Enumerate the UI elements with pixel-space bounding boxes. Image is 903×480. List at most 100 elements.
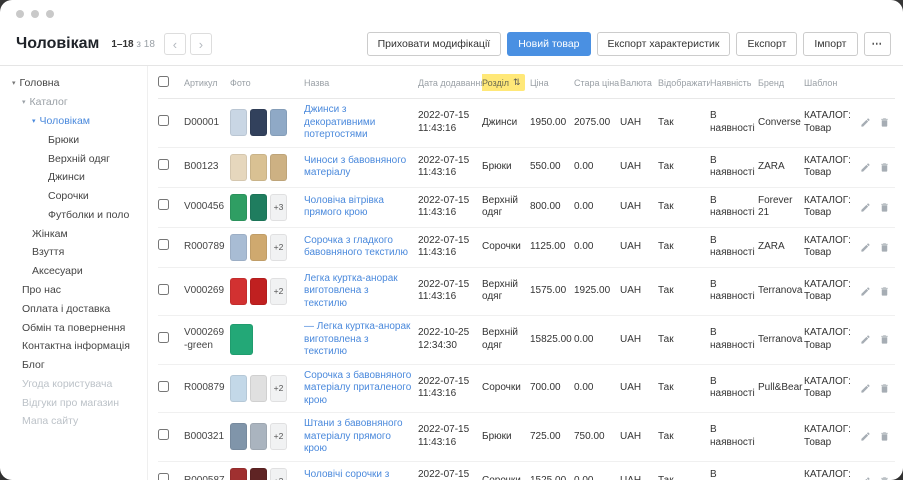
product-photo[interactable] xyxy=(230,278,247,305)
next-page-button[interactable]: › xyxy=(190,33,212,55)
row-checkbox[interactable] xyxy=(158,239,169,250)
sidebar-item[interactable]: Блог xyxy=(2,356,145,375)
export-characteristics-button[interactable]: Експорт характеристик xyxy=(597,32,731,56)
row-checkbox[interactable] xyxy=(158,115,169,126)
product-name-link[interactable]: Чиноси з бавовняного матеріалу xyxy=(304,155,406,179)
product-name-link[interactable]: Легка куртка-анорак виготовлена з тексти… xyxy=(304,273,398,309)
product-photo[interactable] xyxy=(270,109,287,136)
delete-icon[interactable] xyxy=(879,162,890,173)
sidebar-item[interactable]: Контактна інформація xyxy=(2,337,145,356)
product-photo[interactable] xyxy=(230,234,247,261)
product-name-link[interactable]: Чоловіча вітрівка прямого крою xyxy=(304,195,384,219)
product-name-link[interactable]: Штани з бавовняного матеріалу прямого кр… xyxy=(304,418,403,454)
delete-icon[interactable] xyxy=(879,476,890,480)
sidebar-item[interactable]: Брюки xyxy=(2,130,145,149)
window-control-dot[interactable] xyxy=(16,10,24,18)
sidebar-item[interactable]: ▾Головна xyxy=(2,74,145,93)
sidebar-item[interactable]: ▾Каталог xyxy=(2,93,145,112)
product-photo[interactable] xyxy=(230,154,247,181)
product-photo[interactable] xyxy=(250,423,267,450)
sidebar-item[interactable]: Оплата і доставка xyxy=(2,299,145,318)
product-photo[interactable] xyxy=(250,154,267,181)
sidebar-item[interactable]: Обмін та повернення xyxy=(2,318,145,337)
column-sku[interactable]: Артикул xyxy=(184,78,230,88)
product-photo[interactable] xyxy=(230,324,253,355)
edit-icon[interactable] xyxy=(860,383,871,394)
more-photos-badge[interactable]: +2 xyxy=(270,278,287,305)
more-photos-badge[interactable]: +2 xyxy=(270,468,287,480)
product-photo[interactable] xyxy=(250,278,267,305)
edit-icon[interactable] xyxy=(860,242,871,253)
product-name-link[interactable]: Сорочка з гладкого бавовняного текстилю xyxy=(304,235,408,259)
delete-icon[interactable] xyxy=(879,431,890,442)
delete-icon[interactable] xyxy=(879,202,890,213)
sidebar-item[interactable]: Джинси xyxy=(2,168,145,187)
delete-icon[interactable] xyxy=(879,286,890,297)
row-checkbox[interactable] xyxy=(158,429,169,440)
sidebar-item[interactable]: Угода користувача xyxy=(2,375,145,394)
row-checkbox[interactable] xyxy=(158,159,169,170)
sidebar-item[interactable]: Футболки и поло xyxy=(2,205,145,224)
prev-page-button[interactable]: ‹ xyxy=(164,33,186,55)
product-photo[interactable] xyxy=(250,375,267,402)
sidebar-item[interactable]: Взуття xyxy=(2,243,145,262)
product-name-link[interactable]: Джинси з декоративними потертостями xyxy=(304,104,375,140)
product-photo[interactable] xyxy=(250,468,267,480)
column-name[interactable]: Назва xyxy=(304,78,418,88)
more-photos-badge[interactable]: +2 xyxy=(270,234,287,261)
export-button[interactable]: Експорт xyxy=(736,32,797,56)
edit-icon[interactable] xyxy=(860,162,871,173)
row-checkbox[interactable] xyxy=(158,332,169,343)
column-template[interactable]: Шаблон xyxy=(804,78,860,88)
product-photo[interactable] xyxy=(230,423,247,450)
delete-icon[interactable] xyxy=(879,334,890,345)
delete-icon[interactable] xyxy=(879,383,890,394)
row-checkbox[interactable] xyxy=(158,473,169,480)
column-date-added[interactable]: Дата додавання xyxy=(418,78,482,88)
row-checkbox[interactable] xyxy=(158,199,169,210)
more-photos-badge[interactable]: +2 xyxy=(270,375,287,402)
import-button[interactable]: Імпорт xyxy=(803,32,857,56)
product-photo[interactable] xyxy=(230,194,247,221)
edit-icon[interactable] xyxy=(860,431,871,442)
sidebar-item[interactable]: Жінкам xyxy=(2,224,145,243)
delete-icon[interactable] xyxy=(879,117,890,128)
select-all-checkbox[interactable] xyxy=(158,76,169,87)
product-photo[interactable] xyxy=(250,109,267,136)
delete-icon[interactable] xyxy=(879,242,890,253)
column-section[interactable]: Розділ ⇅ xyxy=(482,74,530,91)
window-control-dot[interactable] xyxy=(46,10,54,18)
product-photo[interactable] xyxy=(230,109,247,136)
more-photos-badge[interactable]: +3 xyxy=(270,194,287,221)
edit-icon[interactable] xyxy=(860,334,871,345)
new-product-button[interactable]: Новий товар xyxy=(507,32,590,56)
column-price[interactable]: Ціна xyxy=(530,78,574,88)
window-control-dot[interactable] xyxy=(31,10,39,18)
product-name-link[interactable]: Сорочка з бавовняного матеріалу притален… xyxy=(304,370,411,406)
edit-icon[interactable] xyxy=(860,117,871,128)
sidebar-item[interactable]: Про нас xyxy=(2,281,145,300)
column-currency[interactable]: Валюта xyxy=(620,78,658,88)
sort-icon[interactable]: ⇅ xyxy=(513,77,521,88)
product-photo[interactable] xyxy=(230,468,247,480)
product-photo[interactable] xyxy=(230,375,247,402)
column-brand[interactable]: Бренд xyxy=(758,78,804,88)
product-photo[interactable] xyxy=(270,154,287,181)
more-photos-badge[interactable]: +2 xyxy=(270,423,287,450)
sidebar-item[interactable]: Аксесуари xyxy=(2,262,145,281)
sidebar-item[interactable]: Верхній одяг xyxy=(2,149,145,168)
column-old-price[interactable]: Стара ціна xyxy=(574,78,620,88)
sidebar-item[interactable]: Мапа сайту xyxy=(2,412,145,431)
product-name-link[interactable]: Чоловічі сорочки з легкого текстилю xyxy=(304,469,389,480)
row-checkbox[interactable] xyxy=(158,284,169,295)
product-photo[interactable] xyxy=(250,194,267,221)
sidebar-item[interactable]: ▾Чоловікам xyxy=(2,112,145,131)
edit-icon[interactable] xyxy=(860,202,871,213)
edit-icon[interactable] xyxy=(860,476,871,480)
product-photo[interactable] xyxy=(250,234,267,261)
edit-icon[interactable] xyxy=(860,286,871,297)
hide-modifications-button[interactable]: Приховати модифікації xyxy=(367,32,502,56)
column-display[interactable]: Відображати xyxy=(658,78,710,88)
sidebar-item[interactable]: Сорочки xyxy=(2,187,145,206)
column-availability[interactable]: Наявність xyxy=(710,78,758,88)
